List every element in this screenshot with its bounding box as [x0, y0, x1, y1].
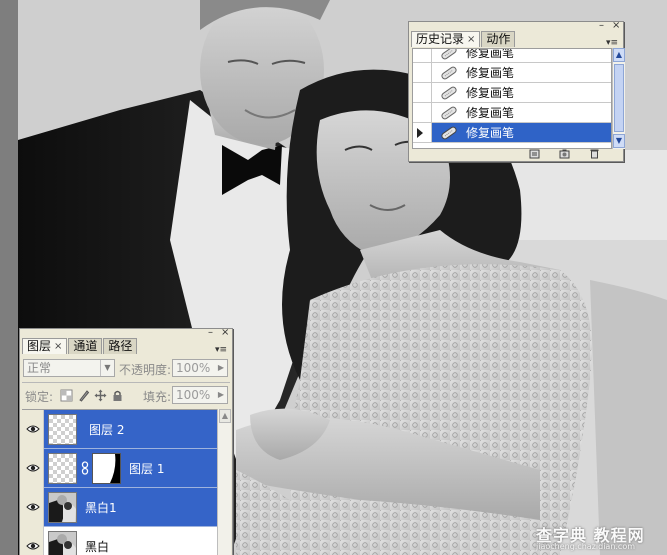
history-snapshot-source-box[interactable] [413, 103, 432, 122]
history-state-item[interactable]: 修复画笔 [413, 63, 611, 83]
camera-snapshot-icon[interactable] [559, 148, 570, 159]
fill-value: 100% [176, 388, 211, 402]
fill-field[interactable]: 100% ▶ [172, 386, 228, 404]
lock-label: 锁定: [25, 390, 54, 404]
history-state-label: 修复画笔 [466, 86, 515, 100]
history-state-label: 修复画笔 [466, 66, 515, 80]
tab-layers-close-icon[interactable]: × [54, 339, 62, 354]
healing-brush-icon [438, 125, 460, 141]
history-state-item[interactable]: 修复画笔 [413, 83, 611, 103]
healing-brush-icon [438, 65, 460, 81]
layer-thumbnail-photo [48, 530, 77, 555]
layer-name: 图层 1 [129, 461, 165, 476]
blend-mode-select[interactable]: 正常 ▼ [23, 359, 115, 377]
opacity-label: 不透明度: [119, 363, 172, 377]
history-panel-menu-icon[interactable]: ▾≡ [606, 38, 618, 48]
mask-link-chain-icon[interactable] [80, 461, 90, 475]
tab-actions[interactable]: 动作 [481, 31, 516, 47]
layers-panel-menu-icon[interactable]: ▾≡ [215, 345, 227, 355]
eye-icon [25, 542, 40, 550]
history-snapshot-source-box[interactable] [413, 83, 432, 102]
lock-position-move-icon[interactable] [94, 389, 107, 402]
history-close-button[interactable]: × [612, 21, 620, 31]
layer-visibility-toggle[interactable] [22, 526, 44, 555]
layer-list: 图层 2 图层 1 黑白1 黑白 [22, 409, 217, 555]
layers-panel: – × 图层 × 通道 路径 ▾≡ 正常 ▼ 不透明度: 100% ▶ 锁定: … [19, 328, 233, 555]
healing-brush-icon [438, 49, 460, 61]
layers-close-button[interactable]: × [221, 328, 229, 338]
layer-row[interactable]: 图层 1 [22, 448, 217, 488]
eye-icon [25, 425, 40, 433]
history-state-label: 修复画笔 [466, 48, 515, 60]
tab-actions-label: 动作 [486, 32, 511, 46]
layer-visibility-toggle[interactable] [22, 487, 44, 527]
tab-paths[interactable]: 路径 [103, 338, 138, 354]
layer-row[interactable]: 图层 2 [22, 410, 217, 449]
site-watermark: 查字典 教程网 jiaocheng.chazidian.com [536, 522, 664, 552]
chevron-down-icon: ▼ [100, 360, 114, 376]
tab-history[interactable]: 历史记录 × [411, 31, 481, 47]
history-scrollbar[interactable]: ▲ ▼ [612, 48, 625, 149]
history-snapshot-source-box[interactable] [413, 49, 432, 62]
layer-thumbnail-transparent [48, 452, 77, 484]
history-panel: – × 历史记录 × 动作 ▾≡ 修复画笔 修复画笔 修复画笔 修复画笔 修复画… [408, 21, 625, 162]
lock-image-pixels-brush-icon[interactable] [77, 389, 90, 402]
scroll-down-icon[interactable]: ▼ [613, 134, 625, 148]
history-snapshot-source-box[interactable] [413, 63, 432, 82]
healing-brush-icon [438, 85, 460, 101]
history-state-item[interactable]: 修复画笔 [413, 103, 611, 123]
history-state-label: 修复画笔 [466, 126, 515, 140]
tab-channels[interactable]: 通道 [68, 338, 103, 354]
opacity-slider-arrow-icon[interactable]: ▶ [215, 360, 227, 376]
fill-label: 填充: [143, 390, 172, 404]
history-state-label: 修复画笔 [466, 106, 515, 120]
layer-visibility-toggle[interactable] [22, 410, 44, 449]
layers-scrollbar[interactable]: ▲ [217, 409, 231, 555]
layer-row[interactable]: 黑白 [22, 526, 217, 555]
opacity-value: 100% [176, 361, 211, 375]
layer-thumbnail-photo [48, 491, 77, 523]
eye-icon [25, 503, 40, 511]
history-footer [409, 147, 623, 161]
tab-paths-label: 路径 [108, 339, 133, 353]
watermark-url: jiaocheng.chazidian.com [536, 542, 636, 551]
tab-history-label: 历史记录 [416, 32, 465, 46]
layer-name: 黑白1 [85, 500, 117, 515]
history-state-item[interactable]: 修复画笔 [413, 48, 611, 63]
history-scroll-thumb[interactable] [614, 64, 624, 132]
layer-thumbnail-transparent [48, 413, 77, 445]
healing-brush-icon [438, 105, 460, 121]
lock-transparency-icon[interactable] [60, 389, 73, 402]
layer-mask-thumbnail[interactable] [92, 452, 121, 484]
history-tabs: 历史记录 × 动作 [411, 31, 516, 47]
scroll-up-icon[interactable]: ▲ [219, 409, 231, 423]
layers-tabs: 图层 × 通道 路径 [22, 338, 138, 354]
history-snapshot-source-box[interactable] [413, 123, 432, 142]
tab-channels-label: 通道 [73, 339, 98, 353]
trash-icon[interactable] [589, 148, 600, 159]
new-document-from-state-icon[interactable] [529, 148, 540, 159]
blend-mode-value: 正常 [27, 361, 52, 375]
tab-history-close-icon[interactable]: × [467, 32, 475, 47]
tab-layers-label: 图层 [27, 339, 52, 353]
history-minimize-button[interactable]: – [599, 21, 604, 31]
lock-all-padlock-icon[interactable] [111, 389, 124, 402]
layers-minimize-button[interactable]: – [208, 328, 213, 338]
scroll-up-icon[interactable]: ▲ [613, 48, 625, 62]
history-state-list: 修复画笔 修复画笔 修复画笔 修复画笔 修复画笔 [412, 48, 612, 149]
history-state-slider-icon[interactable] [417, 128, 423, 138]
tab-layers[interactable]: 图层 × [22, 338, 68, 354]
layer-name: 图层 2 [89, 422, 125, 437]
layer-visibility-toggle[interactable] [22, 448, 44, 488]
eye-icon [25, 464, 40, 472]
layer-row[interactable]: 黑白1 [22, 487, 217, 527]
opacity-field[interactable]: 100% ▶ [172, 359, 228, 377]
layer-name: 黑白 [85, 539, 110, 554]
fill-slider-arrow-icon[interactable]: ▶ [215, 387, 227, 403]
layers-options-divider [22, 382, 230, 383]
history-state-item-current[interactable]: 修复画笔 [413, 123, 611, 143]
